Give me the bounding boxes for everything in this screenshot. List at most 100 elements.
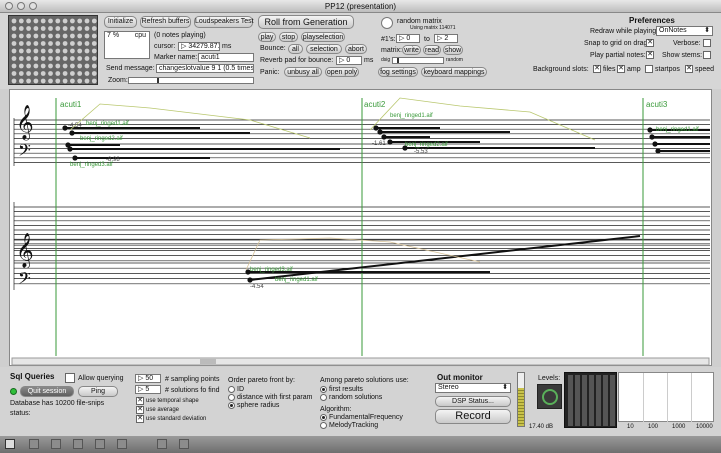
matrix-label: matrix: [381,47,402,54]
random-solutions-radio[interactable] [320,394,327,401]
presentation-icon[interactable] [179,439,189,449]
lock-icon[interactable] [5,439,15,449]
refresh-buffers-button[interactable]: Refresh buffers [140,16,191,28]
matrix-dot [33,78,39,84]
ones-to-input[interactable]: ▷ 2 [434,34,458,43]
show-stems-checkbox[interactable] [703,51,711,59]
speed-checkbox[interactable]: ✕ [685,65,693,73]
marker-label-3[interactable]: acuti3 [646,100,667,109]
loudspeakers-test-button[interactable]: Loudspeakers Test [194,16,254,28]
snap-grid-label: Snap to grid on drag [584,40,648,47]
freq-tick-10000: 10000 [696,424,713,430]
dsig-slider-thumb[interactable] [397,58,399,63]
note-label-2[interactable]: benj_ringed2.aif [80,135,123,144]
amp-checkbox[interactable]: ✕ [617,65,625,73]
matrix-dot [84,48,90,54]
matrix-grid[interactable] [8,15,98,85]
fundamental-radio[interactable] [320,414,327,421]
info-icon[interactable] [95,439,105,449]
dsig-random-slider[interactable] [392,57,444,64]
matrix-dot [70,33,75,39]
first-results-radio[interactable] [320,386,327,393]
notehead [377,129,383,135]
unbusy-all-button[interactable]: unbusy all [284,67,322,77]
startpos-checkbox[interactable] [645,65,653,73]
stereo-select[interactable]: Stereo ⬍ [435,383,511,393]
note-label-6[interactable]: benj_ringed1.aif [656,126,699,135]
bass-clef-icon: 𝄢 [18,268,31,292]
matrix-dot [62,56,68,61]
ping-button[interactable]: Ping [78,386,118,397]
matrix-write-button[interactable]: write [402,45,421,55]
playselection-button[interactable]: playselection [301,32,345,42]
note-label-7[interactable]: benj_ringed3.aif [250,266,293,275]
add-patch-icon[interactable] [51,439,61,449]
matrix-dot [26,71,31,76]
add-object-icon[interactable] [29,439,39,449]
open-poly-button[interactable]: open poly [325,67,359,77]
random-matrix-toggle[interactable] [381,17,393,29]
matrix-dot [70,78,75,84]
stddev-checkbox[interactable]: ✕ [136,415,144,423]
melody-radio[interactable] [320,422,327,429]
bounce-all-button[interactable]: all [288,44,303,54]
zoom-slider-thumb[interactable] [157,78,159,83]
levels-label: Levels: [538,375,561,382]
initialize-button[interactable]: Initialize [104,16,137,28]
sampling-points-input[interactable]: ▷ 50 [135,374,161,383]
reverb-pad-input[interactable]: ▷ 0 [336,56,362,65]
cursor-input[interactable]: ▷ 34279.871 [178,42,220,51]
score-canvas[interactable] [10,90,713,367]
marker-name-input[interactable]: acuti1 [198,53,254,62]
matrix-read-button[interactable]: read [423,45,441,55]
pareto-id-radio[interactable] [228,386,235,393]
note-label-1[interactable]: benj_ringed1.aif [86,120,129,129]
status-label: status: [10,410,31,417]
quit-session-button[interactable]: Quit session [20,386,74,397]
pareto-sphere-radio[interactable] [228,402,235,409]
record-button[interactable]: Record [435,409,511,424]
bounce-abort-button[interactable]: abort [345,44,367,54]
solutions-input[interactable]: ▷ 5 [135,385,161,394]
average-checkbox[interactable]: ✕ [136,406,144,414]
note-label-4[interactable]: benj_ringed1.aif [390,112,433,121]
verbose-checkbox[interactable] [703,39,711,47]
snap-grid-checkbox[interactable]: ✕ [646,39,654,47]
partial-notes-checkbox[interactable]: ✕ [646,51,654,59]
score-scrollbar-thumb[interactable] [200,359,216,364]
bounce-selection-button[interactable]: selection [306,44,342,54]
pareto-first-param-radio[interactable] [228,394,235,401]
redraw-select[interactable]: OnNotes ⬍ [656,26,713,36]
matrix-dot [55,78,61,84]
stop-button[interactable]: stop [279,32,298,42]
marker-label-1[interactable]: acuti1 [60,100,81,109]
zoom-slider[interactable] [128,77,254,84]
marker-label-2[interactable]: acuti2 [364,100,385,109]
score-roll[interactable]: acuti1 acuti2 acuti3 benj_ringed1.aif be… [9,89,712,366]
grid-icon[interactable] [157,439,167,449]
windows-icon[interactable] [117,439,127,449]
matrix-dot [33,63,39,69]
gain-slider[interactable] [517,372,525,427]
dsig-label: dsig [381,57,391,63]
ones-from-input[interactable]: ▷ 0 [396,34,420,43]
matrix-dot [91,78,97,84]
dsp-status-button[interactable]: DSP Status... [435,396,511,407]
allow-querying-label: Allow querying [78,375,124,382]
play-button[interactable]: play [258,32,276,42]
temporal-shape-checkbox[interactable]: ✕ [136,397,144,405]
matrix-dot [11,41,17,46]
matrix-dot [62,71,68,76]
level-meters [564,372,617,428]
matrix-show-button[interactable]: show [443,45,463,55]
note-label-8[interactable]: benj_ringed1.aif [275,276,318,285]
send-message-input[interactable]: changeslotvalue 9 1 (0.5 times) [156,64,254,73]
keyboard-mappings-button[interactable]: keyboard mappings [421,67,487,77]
score-scrollbar[interactable] [11,357,710,366]
files-checkbox[interactable]: ✕ [593,65,601,73]
fog-settings-button[interactable]: fog settings [378,67,418,77]
roll-from-generation-button[interactable]: Roll from Generation [258,15,354,29]
partial-notes-label: Play partial notes: [590,52,646,59]
allow-querying-checkbox[interactable] [65,373,75,383]
message-icon[interactable] [73,439,83,449]
